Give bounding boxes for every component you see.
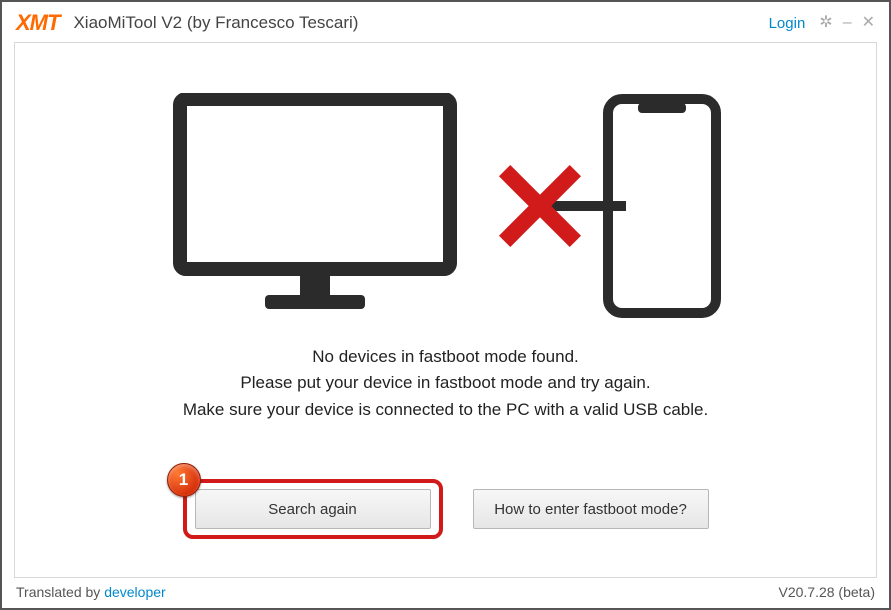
message-line-1: No devices in fastboot mode found. — [183, 344, 708, 370]
message-line-2: Please put your device in fastboot mode … — [183, 370, 708, 396]
gear-icon[interactable]: ✲ — [819, 15, 832, 31]
status-message: No devices in fastboot mode found. Pleas… — [183, 344, 708, 423]
connection-graphic — [170, 93, 722, 318]
footer: Translated by developer V20.7.28 (beta) — [2, 578, 889, 608]
close-icon[interactable]: ✕ — [862, 15, 875, 31]
app-title: XiaoMiTool V2 (by Francesco Tescari) — [73, 13, 768, 33]
translated-by: Translated by developer — [16, 584, 166, 600]
search-again-button[interactable]: Search again — [195, 489, 431, 529]
how-to-fastboot-button[interactable]: How to enter fastboot mode? — [473, 489, 709, 529]
action-buttons: 1 Search again How to enter fastboot mod… — [183, 479, 709, 539]
version-label: V20.7.28 (beta) — [778, 584, 875, 600]
red-cross-icon — [499, 165, 581, 247]
app-logo: XMT — [16, 10, 59, 36]
login-link[interactable]: Login — [769, 15, 806, 32]
window-controls: ✲ – ✕ — [819, 15, 875, 31]
translated-by-label: Translated by — [16, 584, 104, 600]
message-line-3: Make sure your device is connected to th… — [183, 397, 708, 423]
titlebar: XMT XiaoMiTool V2 (by Francesco Tescari)… — [2, 2, 889, 42]
monitor-icon — [170, 93, 460, 318]
connection-cross — [480, 161, 600, 251]
main-panel: No devices in fastboot mode found. Pleas… — [14, 42, 877, 578]
developer-link[interactable]: developer — [104, 584, 166, 600]
annotation-badge: 1 — [167, 463, 201, 497]
app-window: XMT XiaoMiTool V2 (by Francesco Tescari)… — [0, 0, 891, 610]
annotation-highlight: 1 Search again — [183, 479, 443, 539]
minimize-icon[interactable]: – — [843, 15, 852, 31]
